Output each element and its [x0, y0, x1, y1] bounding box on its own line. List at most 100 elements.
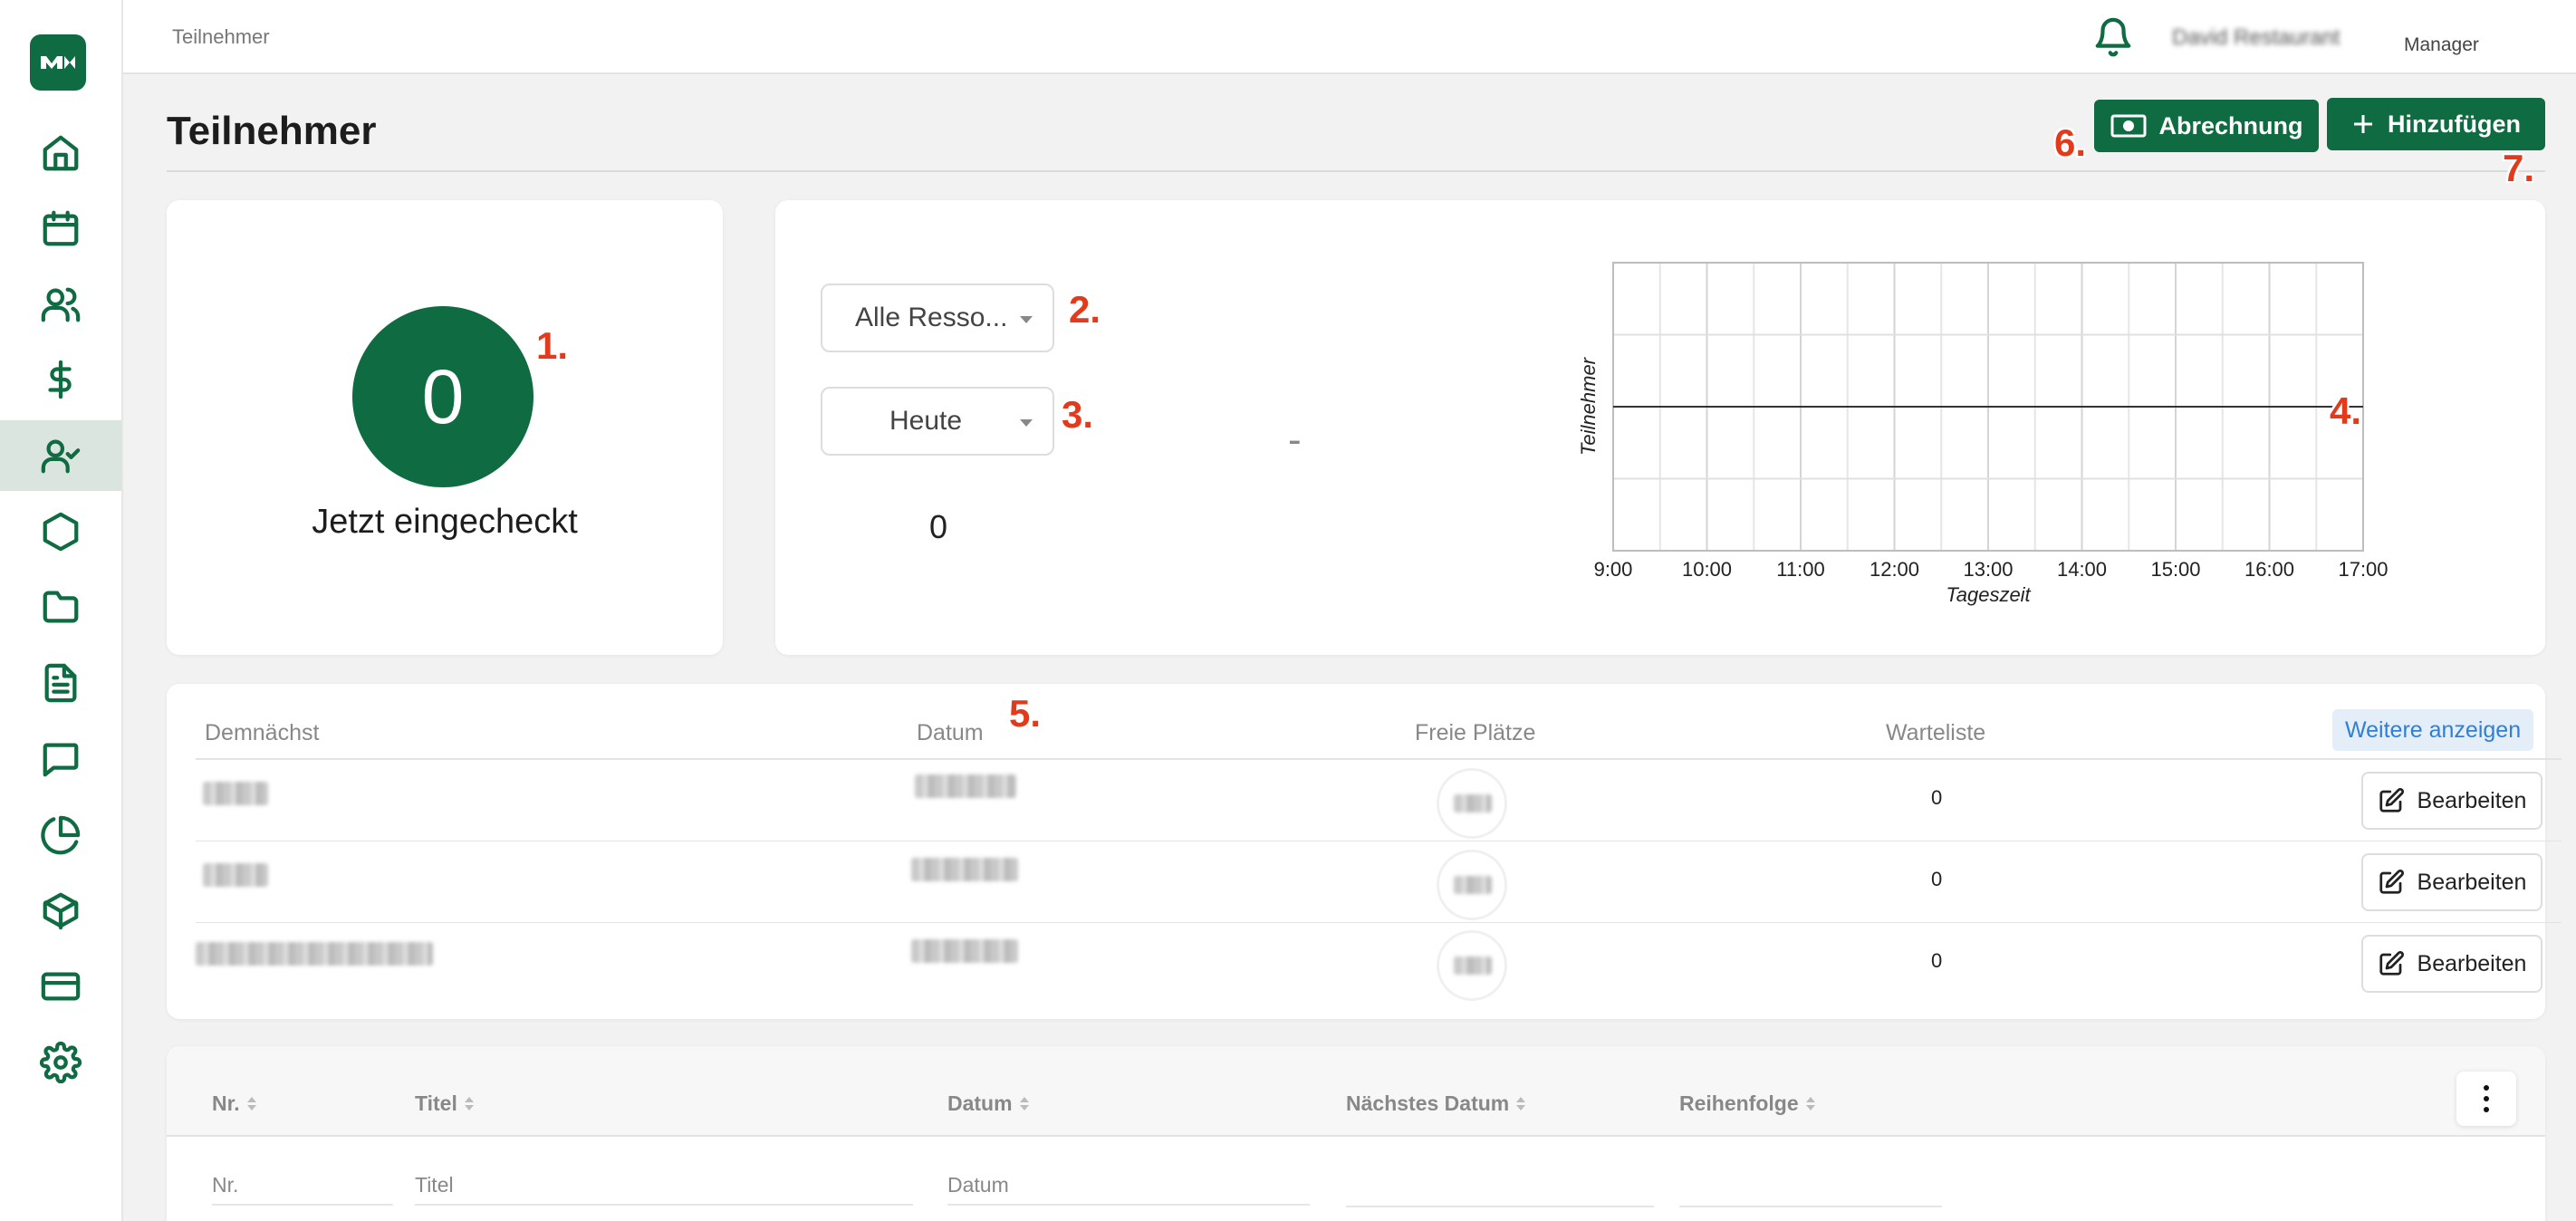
column-title-label: Titel: [415, 1091, 457, 1115]
x-tick-label: 13:00: [1963, 558, 2013, 581]
sidebar-item-participants[interactable]: [0, 420, 121, 491]
annotation-marker-3: 3.: [1062, 393, 1094, 436]
upcoming-title-redacted: [203, 863, 268, 887]
column-nr-label: Nr.: [212, 1091, 240, 1115]
sort-icon: [1805, 1097, 1815, 1110]
stats-card: Alle Resso... Heute - 0 9:00 10:00 11:00 12…: [775, 200, 2545, 655]
x-axis-label: Tageszeit: [1946, 583, 2031, 606]
credit-card-icon: [41, 972, 81, 1001]
row-divider: [196, 922, 2562, 923]
users-icon: [41, 287, 81, 322]
sidebar-item-products[interactable]: [0, 875, 121, 946]
title-divider: [167, 170, 2545, 172]
sidebar-item-payments[interactable]: [0, 951, 121, 1022]
breadcrumb[interactable]: Teilnehmer: [172, 25, 270, 49]
x-tick-label: 17:00: [2338, 558, 2388, 581]
column-order[interactable]: Reihenfolge: [1679, 1091, 1815, 1116]
column-next-date[interactable]: Nächstes Datum: [1346, 1091, 1526, 1116]
x-tick-label: 12:00: [1870, 558, 1919, 581]
settings-icon: [40, 1042, 82, 1083]
x-tick-label: 16:00: [2244, 558, 2294, 581]
dollar-icon: [48, 360, 72, 399]
courses-table-card: Nr. Titel Datum Nächstes Datum Reihenfol…: [167, 1046, 2545, 1221]
column-date-label: Datum: [947, 1091, 1013, 1115]
calendar-icon: [43, 210, 79, 246]
free-spots-badge: [1437, 850, 1507, 920]
sidebar-item-home[interactable]: [0, 118, 121, 188]
checkin-label: Jetzt eingecheckt: [312, 503, 578, 541]
free-spots-redacted: [1454, 794, 1492, 812]
user-name: David Restaurant: [2172, 25, 2341, 50]
edit-button-label: Bearbeiten: [2417, 869, 2527, 895]
sidebar-item-users[interactable]: [0, 269, 121, 340]
upcoming-date-redacted: [911, 939, 1018, 963]
filter-nr-input[interactable]: [212, 1166, 393, 1206]
free-spots-redacted: [1454, 876, 1492, 894]
logo-icon: [41, 56, 75, 69]
edit-button[interactable]: Bearbeiten: [2361, 853, 2542, 911]
edit-button[interactable]: Bearbeiten: [2361, 935, 2542, 993]
upcoming-title-redacted: [203, 782, 268, 805]
filtered-count: 0: [929, 508, 948, 545]
column-upcoming: Demnächst: [205, 720, 320, 745]
sort-icon: [1019, 1097, 1029, 1110]
filter-date-input[interactable]: [947, 1166, 1310, 1206]
notifications-bell-icon[interactable]: [2092, 16, 2134, 58]
edit-button-label: Bearbeiten: [2417, 950, 2527, 976]
billing-button-label: Abrechnung: [2158, 111, 2303, 139]
column-date: Datum: [917, 720, 984, 745]
upcoming-date-redacted: [911, 858, 1018, 881]
column-order-label: Reihenfolge: [1679, 1091, 1799, 1115]
free-spots-badge: [1437, 768, 1507, 839]
edit-button[interactable]: Bearbeiten: [2361, 772, 2542, 830]
checkin-card: 0 Jetzt eingecheckt: [167, 200, 723, 655]
annotation-marker-2: 2.: [1069, 288, 1101, 331]
document-icon: [44, 663, 77, 703]
user-check-icon: [41, 439, 81, 474]
column-next-date-label: Nächstes Datum: [1346, 1091, 1510, 1115]
money-icon: [2110, 114, 2146, 138]
annotation-marker-6: 6.: [2054, 121, 2087, 164]
sidebar-item-resources[interactable]: [0, 496, 121, 567]
upcoming-card: Demnächst Datum Freie Plätze Warteliste …: [167, 684, 2562, 1019]
free-spots-badge: [1437, 930, 1507, 1001]
app-logo[interactable]: [30, 34, 86, 91]
x-tick-label: 15:00: [2150, 558, 2200, 581]
add-button-label: Hinzufügen: [2388, 110, 2521, 138]
annotation-marker-5: 5.: [1009, 692, 1042, 735]
chevron-down-icon: [1020, 316, 1033, 323]
sidebar-item-messages[interactable]: [0, 724, 121, 794]
period-select[interactable]: Heute: [821, 387, 1054, 456]
range-separator: -: [1288, 418, 1302, 462]
sidebar-item-files[interactable]: [0, 572, 121, 642]
waitlist-count: 0: [1931, 949, 1943, 972]
sidebar-item-reports[interactable]: [0, 800, 121, 870]
filter-title-input[interactable]: [415, 1166, 913, 1206]
column-nr[interactable]: Nr.: [212, 1091, 256, 1116]
pie-chart-icon: [41, 815, 81, 855]
sidebar-item-settings[interactable]: [0, 1027, 121, 1098]
annotation-marker-7: 7.: [2503, 147, 2535, 189]
billing-button[interactable]: Abrechnung: [2094, 100, 2319, 152]
folder-icon: [43, 591, 79, 623]
show-more-button[interactable]: Weitere anzeigen: [2332, 709, 2534, 751]
sidebar: [0, 0, 123, 1221]
column-title[interactable]: Titel: [415, 1091, 474, 1116]
period-select-value: Heute: [889, 406, 963, 436]
sidebar-item-finance[interactable]: [0, 344, 121, 415]
resource-select[interactable]: Alle Resso...: [821, 284, 1054, 352]
column-date[interactable]: Datum: [947, 1091, 1029, 1116]
edit-icon: [2379, 787, 2404, 812]
sidebar-item-documents[interactable]: [0, 648, 121, 718]
add-button[interactable]: Hinzufügen: [2327, 98, 2545, 150]
more-options-button[interactable]: [2456, 1072, 2516, 1126]
annotation-marker-1: 1.: [536, 324, 569, 367]
edit-button-label: Bearbeiten: [2417, 787, 2527, 813]
waitlist-count: 0: [1931, 786, 1943, 809]
annotation-marker-4: 4.: [2330, 389, 2362, 432]
sidebar-item-calendar[interactable]: [0, 193, 121, 264]
edit-icon: [2379, 950, 2404, 976]
column-free-spots: Freie Plätze: [1415, 720, 1536, 745]
header-divider: [196, 758, 2562, 760]
free-spots-redacted: [1454, 957, 1492, 975]
